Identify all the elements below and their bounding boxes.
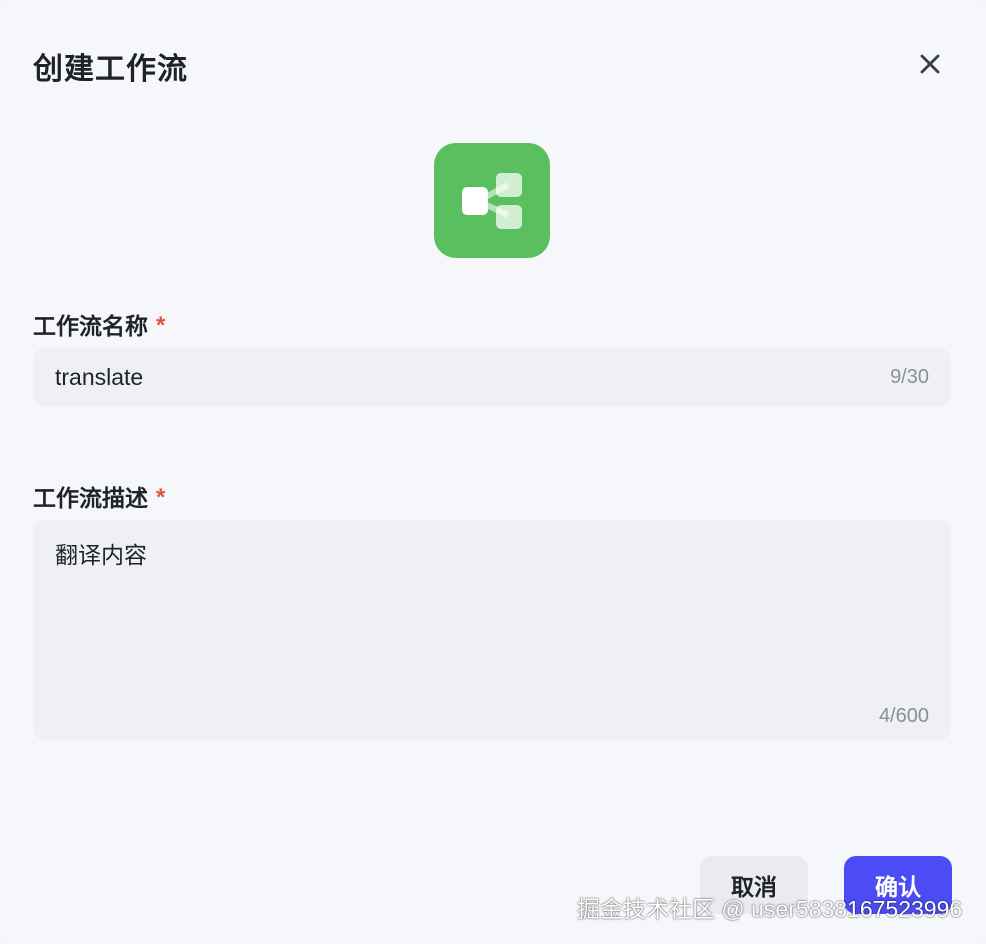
workflow-name-label-text: 工作流名称 [33, 313, 148, 339]
cancel-button[interactable]: 取消 [700, 856, 808, 914]
workflow-description-label-text: 工作流描述 [33, 485, 148, 511]
dialog-title: 创建工作流 [33, 53, 188, 86]
workflow-description-textarea[interactable]: 翻译内容 4/600 [33, 520, 951, 740]
workflow-name-input[interactable]: translate 9/30 [33, 348, 951, 407]
close-button[interactable] [912, 46, 948, 82]
create-workflow-dialog: 创建工作流 工作流名称 * translate 9/30 工作流描述 * 翻译内… [0, 0, 986, 944]
workflow-share-icon [462, 172, 522, 229]
workflow-description-value[interactable]: 翻译内容 [55, 536, 929, 570]
workflow-description-counter: 4/600 [878, 705, 929, 727]
confirm-button[interactable]: 确认 [844, 856, 952, 914]
workflow-name-value[interactable]: translate [55, 364, 890, 391]
workflow-description-label: 工作流描述 * [33, 479, 165, 513]
close-icon[interactable] [918, 52, 942, 76]
workflow-name-counter: 9/30 [890, 366, 929, 388]
workflow-name-label: 工作流名称 * [33, 307, 165, 341]
required-mark: * [156, 484, 166, 511]
required-mark: * [156, 312, 166, 339]
workflow-icon-picker[interactable] [434, 143, 550, 258]
